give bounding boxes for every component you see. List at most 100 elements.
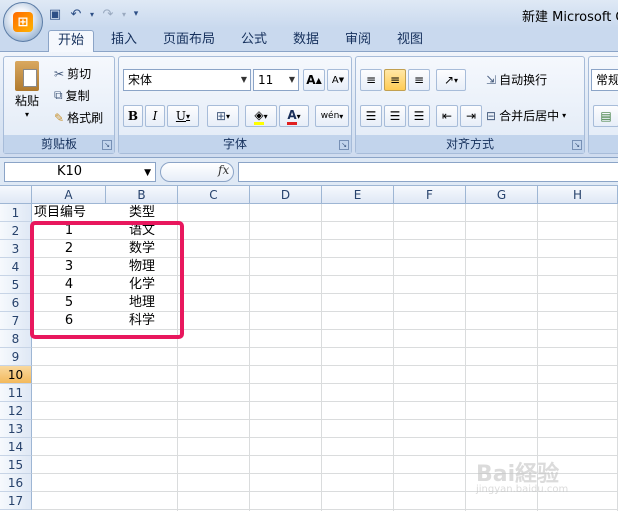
- number-group-label: [589, 135, 618, 153]
- increase-indent-icon: ⇥: [465, 109, 477, 123]
- tab-insert[interactable]: 插入: [104, 30, 144, 52]
- undo-dropdown-icon[interactable]: ▾: [88, 5, 96, 23]
- insert-function-button[interactable]: fx: [218, 163, 229, 177]
- paste-label: 粘贴: [14, 94, 39, 108]
- merge-center-label: 合并后居中: [499, 109, 560, 123]
- shrink-font-icon: A: [331, 74, 339, 86]
- cell-a1[interactable]: 项目编号: [34, 204, 108, 222]
- align-right-icon: ☰: [413, 109, 425, 123]
- borders-icon: ⊞: [215, 109, 227, 123]
- font-color-button[interactable]: A ▾: [279, 105, 309, 127]
- tab-page-layout[interactable]: 页面布局: [156, 30, 222, 52]
- ribbon-tabs: 开始 插入 页面布局 公式 数据 审阅 视图: [0, 28, 618, 52]
- redo-dropdown-icon[interactable]: ▾: [120, 5, 128, 23]
- wrap-text-label: 自动换行: [499, 73, 548, 87]
- wrap-text-icon: ⇲: [486, 72, 497, 87]
- phonetic-icon: wén: [320, 111, 340, 121]
- cut-button[interactable]: ✂ 剪切: [54, 65, 91, 82]
- clipboard-launcher-icon[interactable]: ↘: [102, 140, 112, 150]
- row-header-10[interactable]: 10: [0, 366, 32, 384]
- undo-icon[interactable]: ↶: [67, 5, 85, 23]
- underline-button[interactable]: U ▾: [167, 105, 199, 127]
- row-header-4[interactable]: 4: [0, 258, 32, 276]
- column-header-b[interactable]: B: [106, 186, 178, 204]
- phonetic-button[interactable]: wén ▾: [315, 105, 349, 127]
- copy-button[interactable]: ⧉ 复制: [54, 87, 90, 104]
- format-painter-label: 格式刷: [67, 111, 104, 125]
- cell-b1[interactable]: 类型: [106, 204, 178, 222]
- align-center-icon: ☰: [389, 109, 401, 123]
- column-header-d[interactable]: D: [250, 186, 322, 204]
- align-bottom-button[interactable]: ≡: [408, 69, 430, 91]
- number-format-select[interactable]: 常规: [591, 69, 618, 91]
- currency-format-button[interactable]: ▤: [593, 105, 618, 127]
- orientation-button[interactable]: ↗ ▾: [436, 69, 466, 91]
- row-header-5[interactable]: 5: [0, 276, 32, 294]
- fill-color-button[interactable]: ◈ ▾: [245, 105, 277, 127]
- decrease-indent-button[interactable]: ⇤: [436, 105, 458, 127]
- row-header-2[interactable]: 2: [0, 222, 32, 240]
- shrink-font-button[interactable]: A ▼: [327, 69, 349, 91]
- row-header-17[interactable]: 17: [0, 492, 32, 510]
- column-header-g[interactable]: G: [466, 186, 538, 204]
- italic-button[interactable]: I: [145, 105, 165, 127]
- align-right-button[interactable]: ☰: [408, 105, 430, 127]
- row-gridline: [32, 419, 618, 420]
- row-header-13[interactable]: 13: [0, 420, 32, 438]
- row-header-15[interactable]: 15: [0, 456, 32, 474]
- alignment-launcher-icon[interactable]: ↘: [572, 140, 582, 150]
- merge-center-button[interactable]: ⊟ 合并后居中 ▾: [486, 107, 566, 124]
- row-header-3[interactable]: 3: [0, 240, 32, 258]
- select-all-corner[interactable]: [0, 186, 32, 204]
- customize-icon[interactable]: ▾: [131, 5, 141, 23]
- increase-indent-button[interactable]: ⇥: [460, 105, 482, 127]
- title-bar: ▣ ↶ ▾ ↷ ▾ ▾ 新建 Microsoft O: [0, 0, 618, 28]
- bold-button[interactable]: B: [123, 105, 143, 127]
- row-header-7[interactable]: 7: [0, 312, 32, 330]
- worksheet-grid[interactable]: ABCDEFGH 1 2 3 4 5 6 7 8 9 10 11 12 13 14 15 16 17 项目编号类…: [0, 186, 618, 511]
- wrap-text-button[interactable]: ⇲ 自动换行: [486, 71, 547, 88]
- row-header-8[interactable]: 8: [0, 330, 32, 348]
- row-header-6[interactable]: 6: [0, 294, 32, 312]
- column-header-f[interactable]: F: [394, 186, 466, 204]
- column-header-a[interactable]: A: [32, 186, 106, 204]
- row-header-9[interactable]: 9: [0, 348, 32, 366]
- row-header-14[interactable]: 14: [0, 438, 32, 456]
- format-painter-button[interactable]: ✎ 格式刷: [54, 109, 103, 126]
- save-icon[interactable]: ▣: [46, 5, 64, 23]
- font-launcher-icon[interactable]: ↘: [339, 140, 349, 150]
- name-box[interactable]: K10 ▼: [4, 162, 156, 182]
- tab-review[interactable]: 审阅: [338, 30, 378, 52]
- align-top-button[interactable]: ≡: [360, 69, 382, 91]
- tab-view[interactable]: 视图: [390, 30, 430, 52]
- office-button[interactable]: ⊞: [3, 2, 43, 42]
- alignment-group: ≡ ≡ ≡ ↗ ▾ ⇲ 自动换行 ☰ ☰ ☰ ⇤ ⇥ ⊟ 合并后居中 ▾ 对齐方式…: [355, 56, 585, 154]
- align-center-button[interactable]: ☰: [384, 105, 406, 127]
- align-left-icon: ☰: [365, 109, 377, 123]
- row-gridline: [32, 347, 618, 348]
- font-size-value: 11: [258, 73, 274, 87]
- column-header-e[interactable]: E: [322, 186, 394, 204]
- align-middle-icon: ≡: [389, 73, 401, 87]
- align-middle-button[interactable]: ≡: [384, 69, 406, 91]
- tab-home[interactable]: 开始: [48, 30, 94, 52]
- align-left-button[interactable]: ☰: [360, 105, 382, 127]
- formula-input[interactable]: [238, 162, 618, 182]
- redo-icon[interactable]: ↷: [99, 5, 117, 23]
- tab-formulas[interactable]: 公式: [234, 30, 274, 52]
- paste-button[interactable]: 粘贴 ▾: [10, 61, 44, 119]
- font-name-select[interactable]: 宋体 ▼: [123, 69, 251, 91]
- borders-button[interactable]: ⊞ ▾: [207, 105, 239, 127]
- tab-data[interactable]: 数据: [286, 30, 326, 52]
- font-size-select[interactable]: 11 ▼: [253, 69, 299, 91]
- row-gridline: [32, 437, 618, 438]
- row-header-16[interactable]: 16: [0, 474, 32, 492]
- row-header-1[interactable]: 1: [0, 204, 32, 222]
- column-gridline: [393, 204, 394, 511]
- grow-font-button[interactable]: A ▲: [303, 69, 325, 91]
- row-header-11[interactable]: 11: [0, 384, 32, 402]
- column-header-c[interactable]: C: [178, 186, 250, 204]
- column-header-h[interactable]: H: [538, 186, 618, 204]
- row-header-12[interactable]: 12: [0, 402, 32, 420]
- column-gridline: [321, 204, 322, 511]
